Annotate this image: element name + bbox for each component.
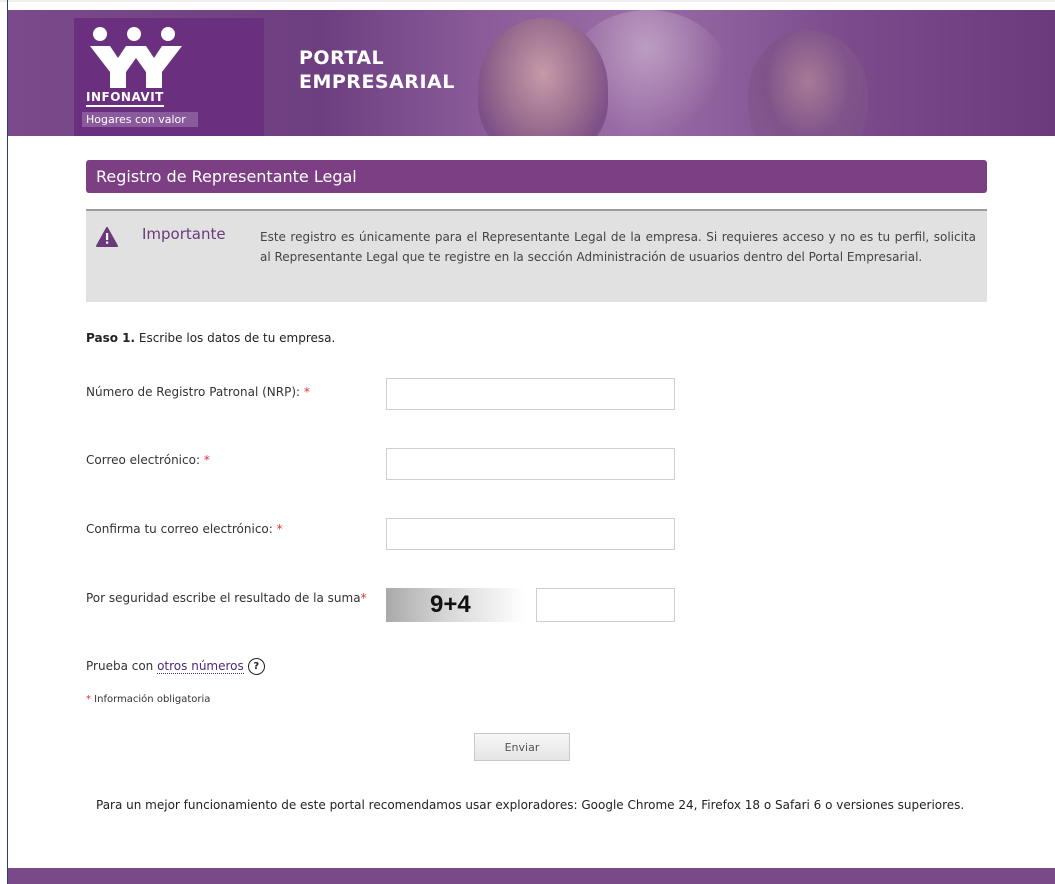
required-mark: * [360,591,367,605]
step-instruction: Paso 1. Escribe los datos de tu empresa. [86,331,335,345]
captcha-expression: 9+4 [430,591,471,618]
important-notice: Importante Este registro es únicamente p… [86,209,987,302]
logo-tagline: Hogares con valor [82,112,198,127]
nrp-label: Número de Registro Patronal (NRP): * [86,385,310,399]
confirm-email-label-text: Confirma tu correo electrónico: [86,522,273,536]
nrp-input[interactable] [386,378,675,410]
email-label: Correo electrónico: * [86,453,210,467]
captcha-label-text: Por seguridad escribe el resultado de la… [86,591,361,605]
email-input[interactable] [386,448,675,480]
notice-text: Este registro es únicamente para el Repr… [260,230,976,264]
section-title: Registro de Representante Legal [86,160,987,193]
warning-icon [96,227,118,247]
banner-photo-man-right [748,30,868,136]
portal-title-line1: PORTAL [299,47,385,69]
captcha-retry: Prueba con otros números? [86,658,265,675]
portal-title-line2: EMPRESARIAL [299,71,455,93]
retry-prefix: Prueba con [86,659,158,673]
captcha-label: Por seguridad escribe el resultado de la… [86,590,378,606]
required-mark: * [303,385,310,399]
step-prefix: Paso 1. [86,331,136,345]
portal-title: PORTAL EMPRESARIAL [299,46,455,94]
top-rule [0,0,1055,2]
obligatory-note: * Información obligatoria [86,694,210,705]
header-banner: INFONAVIT Hogares con valor PORTAL EMPRE… [8,10,1055,136]
logo-word: INFONAVIT [86,90,164,107]
page: INFONAVIT Hogares con valor PORTAL EMPRE… [0,0,1055,884]
nrp-label-text: Número de Registro Patronal (NRP): [86,385,301,399]
captcha-image: 9+4 [386,588,525,622]
captcha-answer-input[interactable] [536,588,675,622]
browser-recommendation: Para un mejor funcionamiento de este por… [96,798,965,812]
help-icon[interactable]: ? [247,658,265,675]
submit-button[interactable]: Enviar [474,733,570,761]
infonavit-logo[interactable]: INFONAVIT Hogares con valor [74,18,264,136]
required-mark: * [276,522,283,536]
confirm-email-label: Confirma tu correo electrónico: * [86,522,283,536]
obligatory-note-text: Información obligatoria [91,694,211,705]
other-numbers-link[interactable]: otros números [157,659,244,674]
required-mark: * [203,453,210,467]
email-label-text: Correo electrónico: [86,453,200,467]
footer-bar [8,868,1055,884]
notice-title: Importante [142,225,226,243]
step-text: Escribe los datos de tu empresa. [135,331,336,345]
confirm-email-input[interactable] [386,518,675,550]
